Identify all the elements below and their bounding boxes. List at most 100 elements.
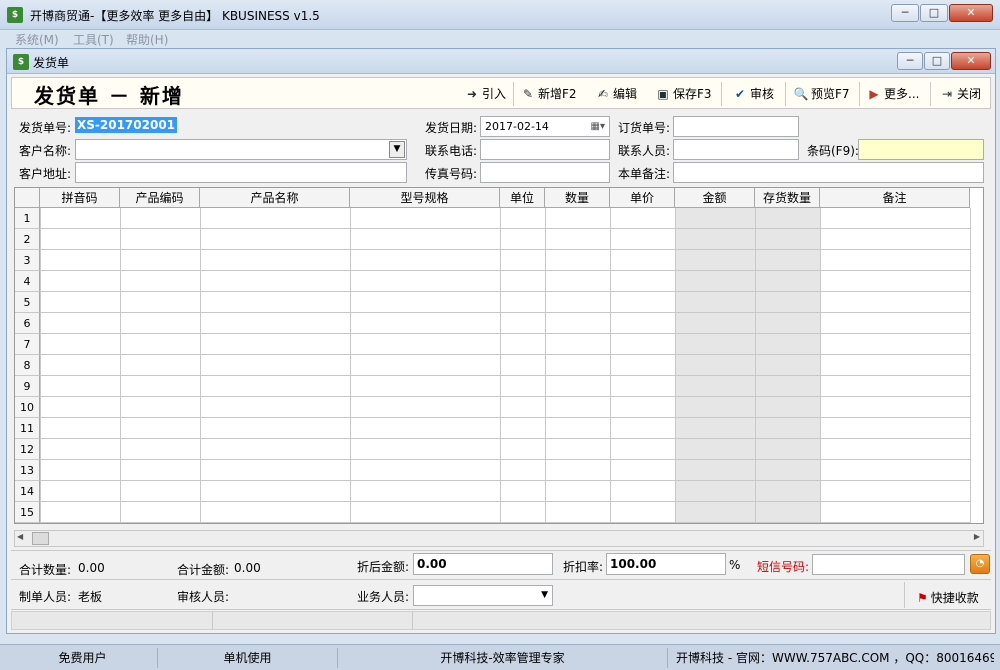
- save-button[interactable]: ▣ 保存F3: [653, 82, 714, 106]
- menu-tools[interactable]: 工具(T): [73, 31, 114, 48]
- col-header-product-code[interactable]: 产品编码: [120, 188, 200, 208]
- discount-rate-input[interactable]: 100.00: [606, 553, 726, 575]
- toolbar-separator: [721, 82, 722, 106]
- row-number[interactable]: 9: [15, 376, 40, 397]
- row-number[interactable]: 3: [15, 250, 40, 271]
- import-button[interactable]: ➜ 引入: [462, 82, 508, 106]
- more-button[interactable]: ▶ 更多...: [864, 82, 921, 106]
- row-number[interactable]: 8: [15, 355, 40, 376]
- phone-input[interactable]: [480, 139, 610, 160]
- row-number[interactable]: 5: [15, 292, 40, 313]
- flag-icon: ⚑: [917, 591, 928, 605]
- col-header-unit[interactable]: 单位: [500, 188, 545, 208]
- scroll-left-icon[interactable]: ◀: [17, 532, 23, 541]
- scroll-right-icon[interactable]: ▶: [974, 532, 980, 541]
- phone-label: 联系电话:: [425, 144, 478, 158]
- col-header-spec[interactable]: 型号规格: [350, 188, 500, 208]
- auditor-label: 审核人员:: [177, 590, 230, 604]
- row-number[interactable]: 10: [15, 397, 40, 418]
- col-header-stock[interactable]: 存货数量: [755, 188, 820, 208]
- edit-button[interactable]: ✍ 编辑: [593, 82, 639, 106]
- row-number[interactable]: 11: [15, 418, 40, 439]
- row-number[interactable]: 15: [15, 502, 40, 523]
- fax-input[interactable]: [480, 162, 610, 183]
- row-number[interactable]: 13: [15, 460, 40, 481]
- row-number[interactable]: 2: [15, 229, 40, 250]
- discounted-amount-input[interactable]: 0.00: [413, 553, 553, 575]
- grid-column-line: [545, 208, 546, 523]
- child-close-button[interactable]: ✕: [951, 52, 991, 70]
- exit-icon: ⇥: [941, 87, 953, 101]
- toolbar-separator: [930, 82, 931, 106]
- barcode-input[interactable]: [858, 139, 984, 160]
- divider: [904, 582, 905, 608]
- chevron-down-icon[interactable]: ▼: [389, 141, 405, 158]
- table-row: [40, 312, 970, 313]
- row-number[interactable]: 7: [15, 334, 40, 355]
- child-maximize-button[interactable]: □: [924, 52, 950, 70]
- total-qty-label: 合计数量:: [19, 563, 72, 577]
- row-number[interactable]: 4: [15, 271, 40, 292]
- edit-icon: ✍: [597, 87, 609, 101]
- total-qty-value: 0.00: [78, 561, 105, 575]
- menu-bar: 系统(M) 工具(T) 帮助(H): [0, 30, 1000, 48]
- po-input[interactable]: [673, 116, 799, 137]
- audit-button[interactable]: ✔ 审核: [730, 82, 776, 106]
- new-button[interactable]: ✎ 新增F2: [518, 82, 579, 106]
- row-number[interactable]: 14: [15, 481, 40, 502]
- menu-help[interactable]: 帮助(H): [126, 31, 168, 48]
- horizontal-scrollbar[interactable]: ◀ ▶: [14, 530, 984, 547]
- status-website: 开博科技 - 官网：WWW.757ABC.COM ，QQ：80016469: [676, 651, 994, 665]
- col-header-qty[interactable]: 数量: [545, 188, 610, 208]
- rss-icon[interactable]: ◔: [970, 554, 990, 574]
- quick-pay-button[interactable]: ⚑ 快捷收款: [917, 589, 979, 606]
- row-number[interactable]: 1: [15, 208, 40, 229]
- col-header-price[interactable]: 单价: [610, 188, 675, 208]
- customer-select[interactable]: ▼: [75, 139, 407, 160]
- scroll-thumb[interactable]: [32, 532, 49, 545]
- child-minimize-button[interactable]: ─: [897, 52, 923, 70]
- address-input[interactable]: [75, 162, 407, 183]
- sales-select[interactable]: ▼: [413, 585, 553, 606]
- check-icon: ✔: [734, 87, 746, 101]
- amount-column-bg: [675, 208, 755, 523]
- col-header-amount[interactable]: 金额: [675, 188, 755, 208]
- order-no-value[interactable]: XS-201702001: [75, 117, 178, 133]
- grid-column-line: [500, 208, 501, 523]
- chevron-down-icon[interactable]: ▼: [541, 586, 548, 605]
- row-number[interactable]: 6: [15, 313, 40, 334]
- sms-input[interactable]: [812, 554, 965, 575]
- close-form-button[interactable]: ⇥ 关闭: [937, 82, 983, 106]
- contact-input[interactable]: [673, 139, 799, 160]
- table-row: [40, 270, 970, 271]
- arrow-right-icon: ➜: [466, 87, 478, 101]
- maximize-button[interactable]: □: [920, 4, 948, 22]
- divider: [11, 550, 991, 551]
- close-button[interactable]: ✕: [949, 4, 993, 22]
- remark-input[interactable]: [673, 162, 984, 183]
- stock-column-bg: [755, 208, 820, 523]
- minimize-button[interactable]: ─: [891, 4, 919, 22]
- product-grid[interactable]: 拼音码 产品编码 产品名称 型号规格 单位 数量 单价 金额 存货数量 备注 1…: [14, 187, 984, 524]
- col-header-note[interactable]: 备注: [820, 188, 970, 208]
- sales-label: 业务人员:: [357, 590, 410, 604]
- grid-column-line: [120, 208, 121, 523]
- total-amount-value: 0.00: [234, 561, 261, 575]
- grid-column-line: [200, 208, 201, 523]
- col-header-product-name[interactable]: 产品名称: [200, 188, 350, 208]
- divider: [212, 612, 213, 629]
- grid-column-line: [40, 208, 41, 523]
- ship-date-picker[interactable]: 2017-02-14 ▦▾: [480, 116, 610, 137]
- discount-rate-label: 折扣率:: [563, 560, 604, 574]
- main-title-bar: $ 开博商贸通-【更多效率 更多自由】 KBUSINESS v1.5 ─ □ ✕: [0, 0, 1000, 30]
- row-number[interactable]: 12: [15, 439, 40, 460]
- col-header-pinyin[interactable]: 拼音码: [40, 188, 120, 208]
- grid-column-line: [820, 208, 821, 523]
- new-doc-icon: ✎: [522, 87, 534, 101]
- table-row: [40, 291, 970, 292]
- preview-button[interactable]: 🔍 预览F7: [791, 82, 852, 106]
- calendar-dropdown-icon[interactable]: ▦▾: [591, 117, 605, 136]
- grid-column-line: [675, 208, 676, 523]
- ship-date-label: 发货日期:: [425, 121, 478, 135]
- menu-system[interactable]: 系统(M): [15, 31, 59, 48]
